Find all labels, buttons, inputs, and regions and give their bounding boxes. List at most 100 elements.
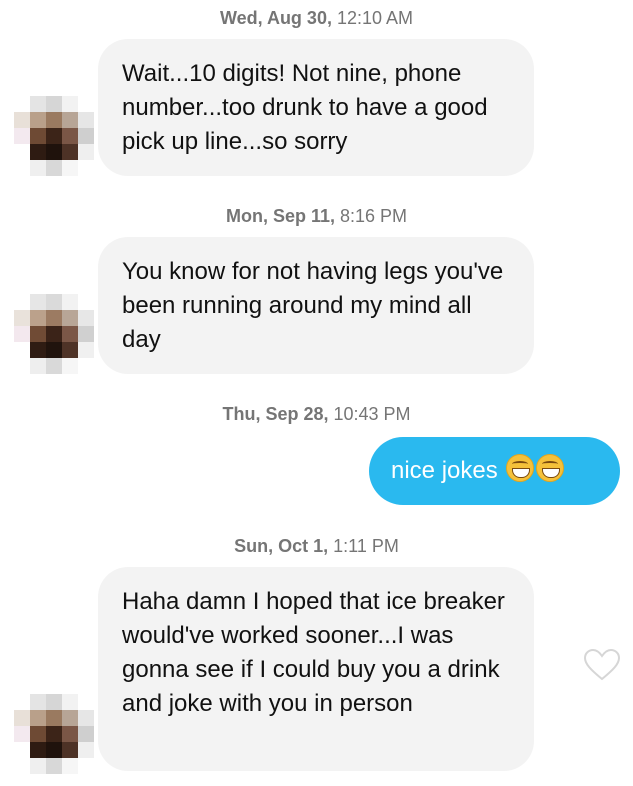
avatar-pixel <box>78 726 94 742</box>
timestamp-time: 1:11 PM <box>333 536 399 556</box>
avatar-pixel <box>78 294 94 310</box>
avatar-pixel <box>46 160 62 176</box>
avatar-pixel <box>30 112 46 128</box>
avatar-pixel <box>78 342 94 358</box>
heart-outline-icon[interactable] <box>583 648 621 682</box>
incoming-message-bubble[interactable]: Wait...10 digits! Not nine, phone number… <box>98 39 534 176</box>
avatar-pixel <box>14 112 30 128</box>
avatar-pixel <box>78 310 94 326</box>
avatar-pixel <box>30 160 46 176</box>
avatar-pixel <box>30 358 46 374</box>
avatar-pixel <box>62 726 78 742</box>
avatar-pixel <box>30 742 46 758</box>
avatar-pixel <box>14 144 30 160</box>
avatar-pixel <box>78 112 94 128</box>
avatar-pixel <box>62 694 78 710</box>
avatar-pixel <box>14 710 30 726</box>
avatar-pixel <box>62 326 78 342</box>
avatar-pixel <box>46 112 62 128</box>
avatar-pixel <box>30 294 46 310</box>
timestamp-time: 12:10 AM <box>336 8 414 28</box>
avatar-pixel <box>14 310 30 326</box>
avatar-pixel <box>30 710 46 726</box>
avatar-pixel <box>62 294 78 310</box>
message-text: nice jokes <box>391 457 498 484</box>
timestamp-day: Mon, Sep 11, <box>225 206 335 226</box>
avatar-pixel <box>30 144 46 160</box>
incoming-message-bubble[interactable]: You know for not having legs you've been… <box>98 237 534 374</box>
avatar-pixel <box>78 160 94 176</box>
timestamp-time: 8:16 PM <box>340 206 408 226</box>
timestamp: Sun, Oct 1, 1:11 PM <box>0 535 633 557</box>
avatar-pixel <box>14 128 30 144</box>
avatar-pixel <box>46 310 62 326</box>
message-text: You know for not having legs you've been… <box>122 258 504 353</box>
avatar-pixel <box>62 160 78 176</box>
avatar-pixel <box>62 358 78 374</box>
avatar-pixel <box>46 358 62 374</box>
incoming-message-bubble[interactable]: Haha damn I hoped that ice breaker would… <box>98 567 534 771</box>
avatar-pixel <box>14 342 30 358</box>
avatar-pixel <box>62 310 78 326</box>
timestamp-day: Thu, Sep 28, <box>222 404 329 424</box>
avatar-pixel <box>46 96 62 112</box>
outgoing-message-bubble[interactable]: nice jokes <box>369 437 620 505</box>
avatar-pixel <box>14 694 30 710</box>
avatar-pixel <box>62 96 78 112</box>
avatar-pixel <box>62 144 78 160</box>
avatar[interactable] <box>14 96 94 176</box>
avatar-pixel <box>46 726 62 742</box>
avatar-pixel <box>62 112 78 128</box>
avatar-pixel <box>46 758 62 774</box>
timestamp-day: Wed, Aug 30, <box>219 8 332 28</box>
avatar-pixel <box>46 294 62 310</box>
avatar-pixel <box>30 96 46 112</box>
avatar-pixel <box>78 326 94 342</box>
grinning-squinting-face-icon <box>536 454 565 482</box>
avatar-pixel <box>14 294 30 310</box>
avatar-pixel <box>62 710 78 726</box>
timestamp: Wed, Aug 30, 12:10 AM <box>0 7 633 29</box>
avatar-pixel <box>78 96 94 112</box>
avatar-pixel <box>46 710 62 726</box>
message-text: Haha damn I hoped that ice breaker would… <box>122 588 505 717</box>
avatar-pixel <box>30 128 46 144</box>
avatar-pixel <box>62 742 78 758</box>
avatar-pixel <box>14 160 30 176</box>
grinning-squinting-face-icon <box>506 454 535 482</box>
avatar-pixel <box>30 694 46 710</box>
timestamp: Mon, Sep 11, 8:16 PM <box>0 205 633 227</box>
timestamp: Thu, Sep 28, 10:43 PM <box>0 403 633 425</box>
avatar-pixel <box>78 710 94 726</box>
avatar-pixel <box>14 742 30 758</box>
avatar-pixel <box>14 326 30 342</box>
avatar-pixel <box>78 144 94 160</box>
avatar-pixel <box>62 128 78 144</box>
avatar-pixel <box>78 694 94 710</box>
avatar-pixel <box>30 342 46 358</box>
avatar-pixel <box>62 342 78 358</box>
avatar-pixel <box>14 358 30 374</box>
avatar-pixel <box>46 342 62 358</box>
avatar[interactable] <box>14 294 94 374</box>
avatar-pixel <box>78 128 94 144</box>
avatar-pixel <box>30 326 46 342</box>
avatar-pixel <box>14 726 30 742</box>
message-text: Wait...10 digits! Not nine, phone number… <box>122 60 488 155</box>
avatar-pixel <box>30 726 46 742</box>
avatar-pixel <box>46 694 62 710</box>
avatar-pixel <box>14 758 30 774</box>
avatar-pixel <box>46 128 62 144</box>
avatar-pixel <box>46 144 62 160</box>
avatar-pixel <box>14 96 30 112</box>
timestamp-day: Sun, Oct 1, <box>234 536 329 556</box>
avatar[interactable] <box>14 694 94 774</box>
avatar-pixel <box>62 758 78 774</box>
timestamp-time: 10:43 PM <box>333 404 411 424</box>
avatar-pixel <box>30 310 46 326</box>
avatar-pixel <box>46 742 62 758</box>
avatar-pixel <box>30 758 46 774</box>
avatar-pixel <box>46 326 62 342</box>
avatar-pixel <box>78 758 94 774</box>
avatar-pixel <box>78 358 94 374</box>
